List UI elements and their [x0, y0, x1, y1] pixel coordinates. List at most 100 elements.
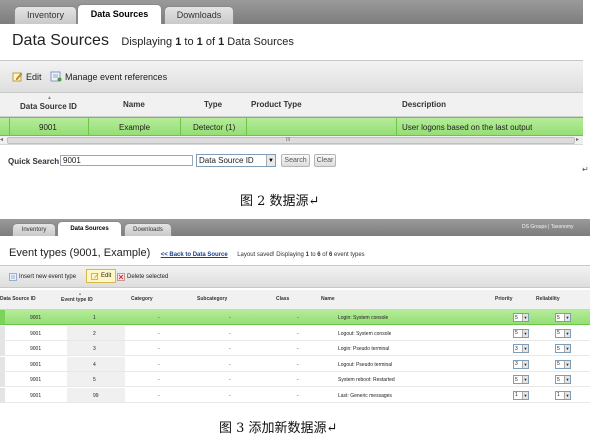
table-row[interactable]: 9001 1 - - - Login: System console 5 ▼ 5 ▼: [0, 310, 590, 325]
cell-event-type-id: 3: [93, 346, 96, 352]
cell-type: Detector (1): [193, 123, 236, 132]
scroll-left-icon[interactable]: ◂: [0, 136, 7, 145]
edit-button[interactable]: Edit: [86, 269, 117, 283]
column-header-name[interactable]: Name: [123, 100, 145, 109]
search-input[interactable]: 9001: [60, 155, 193, 166]
toolbar: Insert new event type Edit Delete select…: [0, 265, 590, 288]
tab-bar: Inventory Data Sources Downloads DS Grou…: [0, 219, 590, 236]
cell-subcategory: -: [229, 330, 231, 337]
tab-inventory[interactable]: Inventory: [14, 6, 77, 24]
row-selector[interactable]: [0, 372, 5, 386]
cell-subcategory: -: [229, 346, 231, 352]
cell-name: Example: [119, 123, 151, 132]
sorted-column-bg: [67, 325, 125, 340]
clear-button[interactable]: Clear: [314, 154, 336, 167]
table-row[interactable]: 9001 3 - - - Login: Pseudo terminal 3 ▼ 5 ▼: [0, 341, 590, 356]
search-field-select[interactable]: Data Source ID ▼: [196, 154, 276, 167]
cell-category: -: [158, 346, 160, 352]
scrollbar-thumb[interactable]: III: [7, 137, 575, 144]
references-icon: [50, 71, 62, 82]
cell-class: -: [297, 377, 299, 383]
return-mark: ↵: [582, 165, 589, 174]
search-button[interactable]: Search: [281, 154, 310, 167]
table-row[interactable]: 9001 5 - - - System reboot: Restarted 5 ▼ 5 ▼: [0, 372, 590, 387]
chevron-down-icon: ▼: [564, 360, 570, 368]
page-title: Event types (9001, Example): [9, 247, 151, 259]
manage-event-references-button[interactable]: Manage event references: [50, 71, 167, 82]
scroll-right-icon[interactable]: ▸: [576, 136, 583, 145]
cell-class: -: [297, 392, 299, 399]
edit-icon: [91, 272, 99, 280]
cell-name: Logout: System console: [338, 330, 392, 337]
reliability-select[interactable]: 5 ▼: [555, 313, 571, 322]
column-header-reliability[interactable]: Reliability: [536, 296, 560, 302]
sorted-column-bg: [67, 310, 125, 324]
priority-select[interactable]: 3 ▼: [513, 344, 529, 353]
priority-select[interactable]: 3 ▼: [513, 359, 529, 369]
priority-select[interactable]: 1 ▼: [513, 390, 529, 400]
reliability-select[interactable]: 5 ▼: [555, 328, 571, 338]
column-header-description[interactable]: Description: [402, 100, 446, 109]
cell-subcategory: -: [229, 377, 231, 383]
chevron-down-icon: ▼: [564, 376, 570, 383]
reliability-select[interactable]: 5 ▼: [555, 344, 571, 353]
cell-data-source-id: 9001: [30, 392, 42, 399]
cell-name: Logout: Pseudo terminal: [338, 361, 393, 368]
row-selector[interactable]: [0, 118, 10, 135]
figure-caption-2: 图 3 添加新数据源↵: [219, 421, 338, 435]
column-header-product-type[interactable]: Product Type: [251, 100, 302, 109]
reliability-select[interactable]: 5 ▼: [555, 359, 571, 369]
priority-select[interactable]: 5 ▼: [513, 313, 529, 322]
priority-select[interactable]: 5 ▼: [513, 375, 529, 384]
column-header-type[interactable]: Type: [204, 100, 222, 109]
tab-data-sources[interactable]: Data Sources: [77, 4, 162, 24]
table-row[interactable]: 9001 Example Detector (1) User logons ba…: [0, 117, 583, 136]
chevron-down-icon: ▼: [522, 345, 528, 352]
cell-class: -: [297, 346, 299, 352]
edit-button[interactable]: Edit: [12, 71, 42, 82]
delete-icon: [117, 273, 125, 281]
cell-event-type-id: 5: [93, 377, 96, 383]
cell-category: -: [158, 361, 160, 368]
tab-downloads[interactable]: Downloads: [124, 223, 172, 236]
back-to-data-source-link[interactable]: << Back to Data Source: [161, 252, 228, 258]
insert-icon: [9, 273, 17, 281]
column-header-category[interactable]: Category: [131, 296, 153, 302]
cell-class: -: [297, 330, 299, 337]
column-header-event-type-id[interactable]: Event type ID: [61, 297, 93, 303]
chevron-down-icon: ▼: [564, 391, 570, 399]
tab-downloads[interactable]: Downloads: [164, 6, 234, 24]
tab-inventory[interactable]: Inventory: [12, 223, 56, 236]
cell-event-type-id: 4: [93, 361, 96, 368]
sorted-column-bg: [67, 341, 125, 355]
horizontal-scrollbar[interactable]: ◂ III ▸: [0, 136, 583, 145]
column-header-name[interactable]: Name: [321, 296, 335, 302]
cell-data-source-id: 9001: [30, 361, 42, 368]
priority-select[interactable]: 5 ▼: [513, 328, 529, 338]
table-row[interactable]: 9001 99 - - - Last: Generic messages 1 ▼ 1 ▼: [0, 387, 590, 403]
insert-new-event-type-button[interactable]: Insert new event type: [9, 273, 76, 281]
top-right-links[interactable]: DS Groups | Taxonomy: [522, 224, 574, 230]
column-header-data-source-id[interactable]: Data Source ID: [0, 296, 36, 302]
table-row[interactable]: 9001 4 - - - Logout: Pseudo terminal 3 ▼ 5 ▼: [0, 356, 590, 372]
cell-name: Login: Pseudo terminal: [338, 346, 390, 352]
row-selector[interactable]: [0, 325, 5, 340]
row-selector[interactable]: [0, 341, 5, 355]
table-header: ▲ Data Source ID Name Type Product Type …: [0, 93, 583, 117]
column-header-priority[interactable]: Priority: [495, 296, 513, 302]
column-header-class[interactable]: Class: [276, 296, 289, 302]
table-row[interactable]: 9001 2 - - - Logout: System console 5 ▼ 5 ▼: [0, 325, 590, 341]
page-title: Data Sources: [12, 32, 109, 49]
column-header-data-source-id[interactable]: Data Source ID: [20, 102, 77, 111]
row-selector[interactable]: [0, 356, 5, 371]
row-selector[interactable]: [0, 310, 5, 324]
row-selector[interactable]: [0, 387, 5, 402]
figure-caption-1: 图 2 数据源↵: [240, 194, 320, 209]
page-header: Data Sources Displaying 1 to 1 of 1 Data…: [12, 32, 294, 50]
reliability-select[interactable]: 1 ▼: [555, 390, 571, 400]
cell-name: System reboot: Restarted: [338, 377, 395, 383]
column-header-subcategory[interactable]: Subcategory: [197, 296, 227, 302]
reliability-select[interactable]: 5 ▼: [555, 375, 571, 384]
delete-selected-button[interactable]: Delete selected: [117, 273, 168, 281]
tab-data-sources[interactable]: Data Sources: [57, 221, 122, 236]
